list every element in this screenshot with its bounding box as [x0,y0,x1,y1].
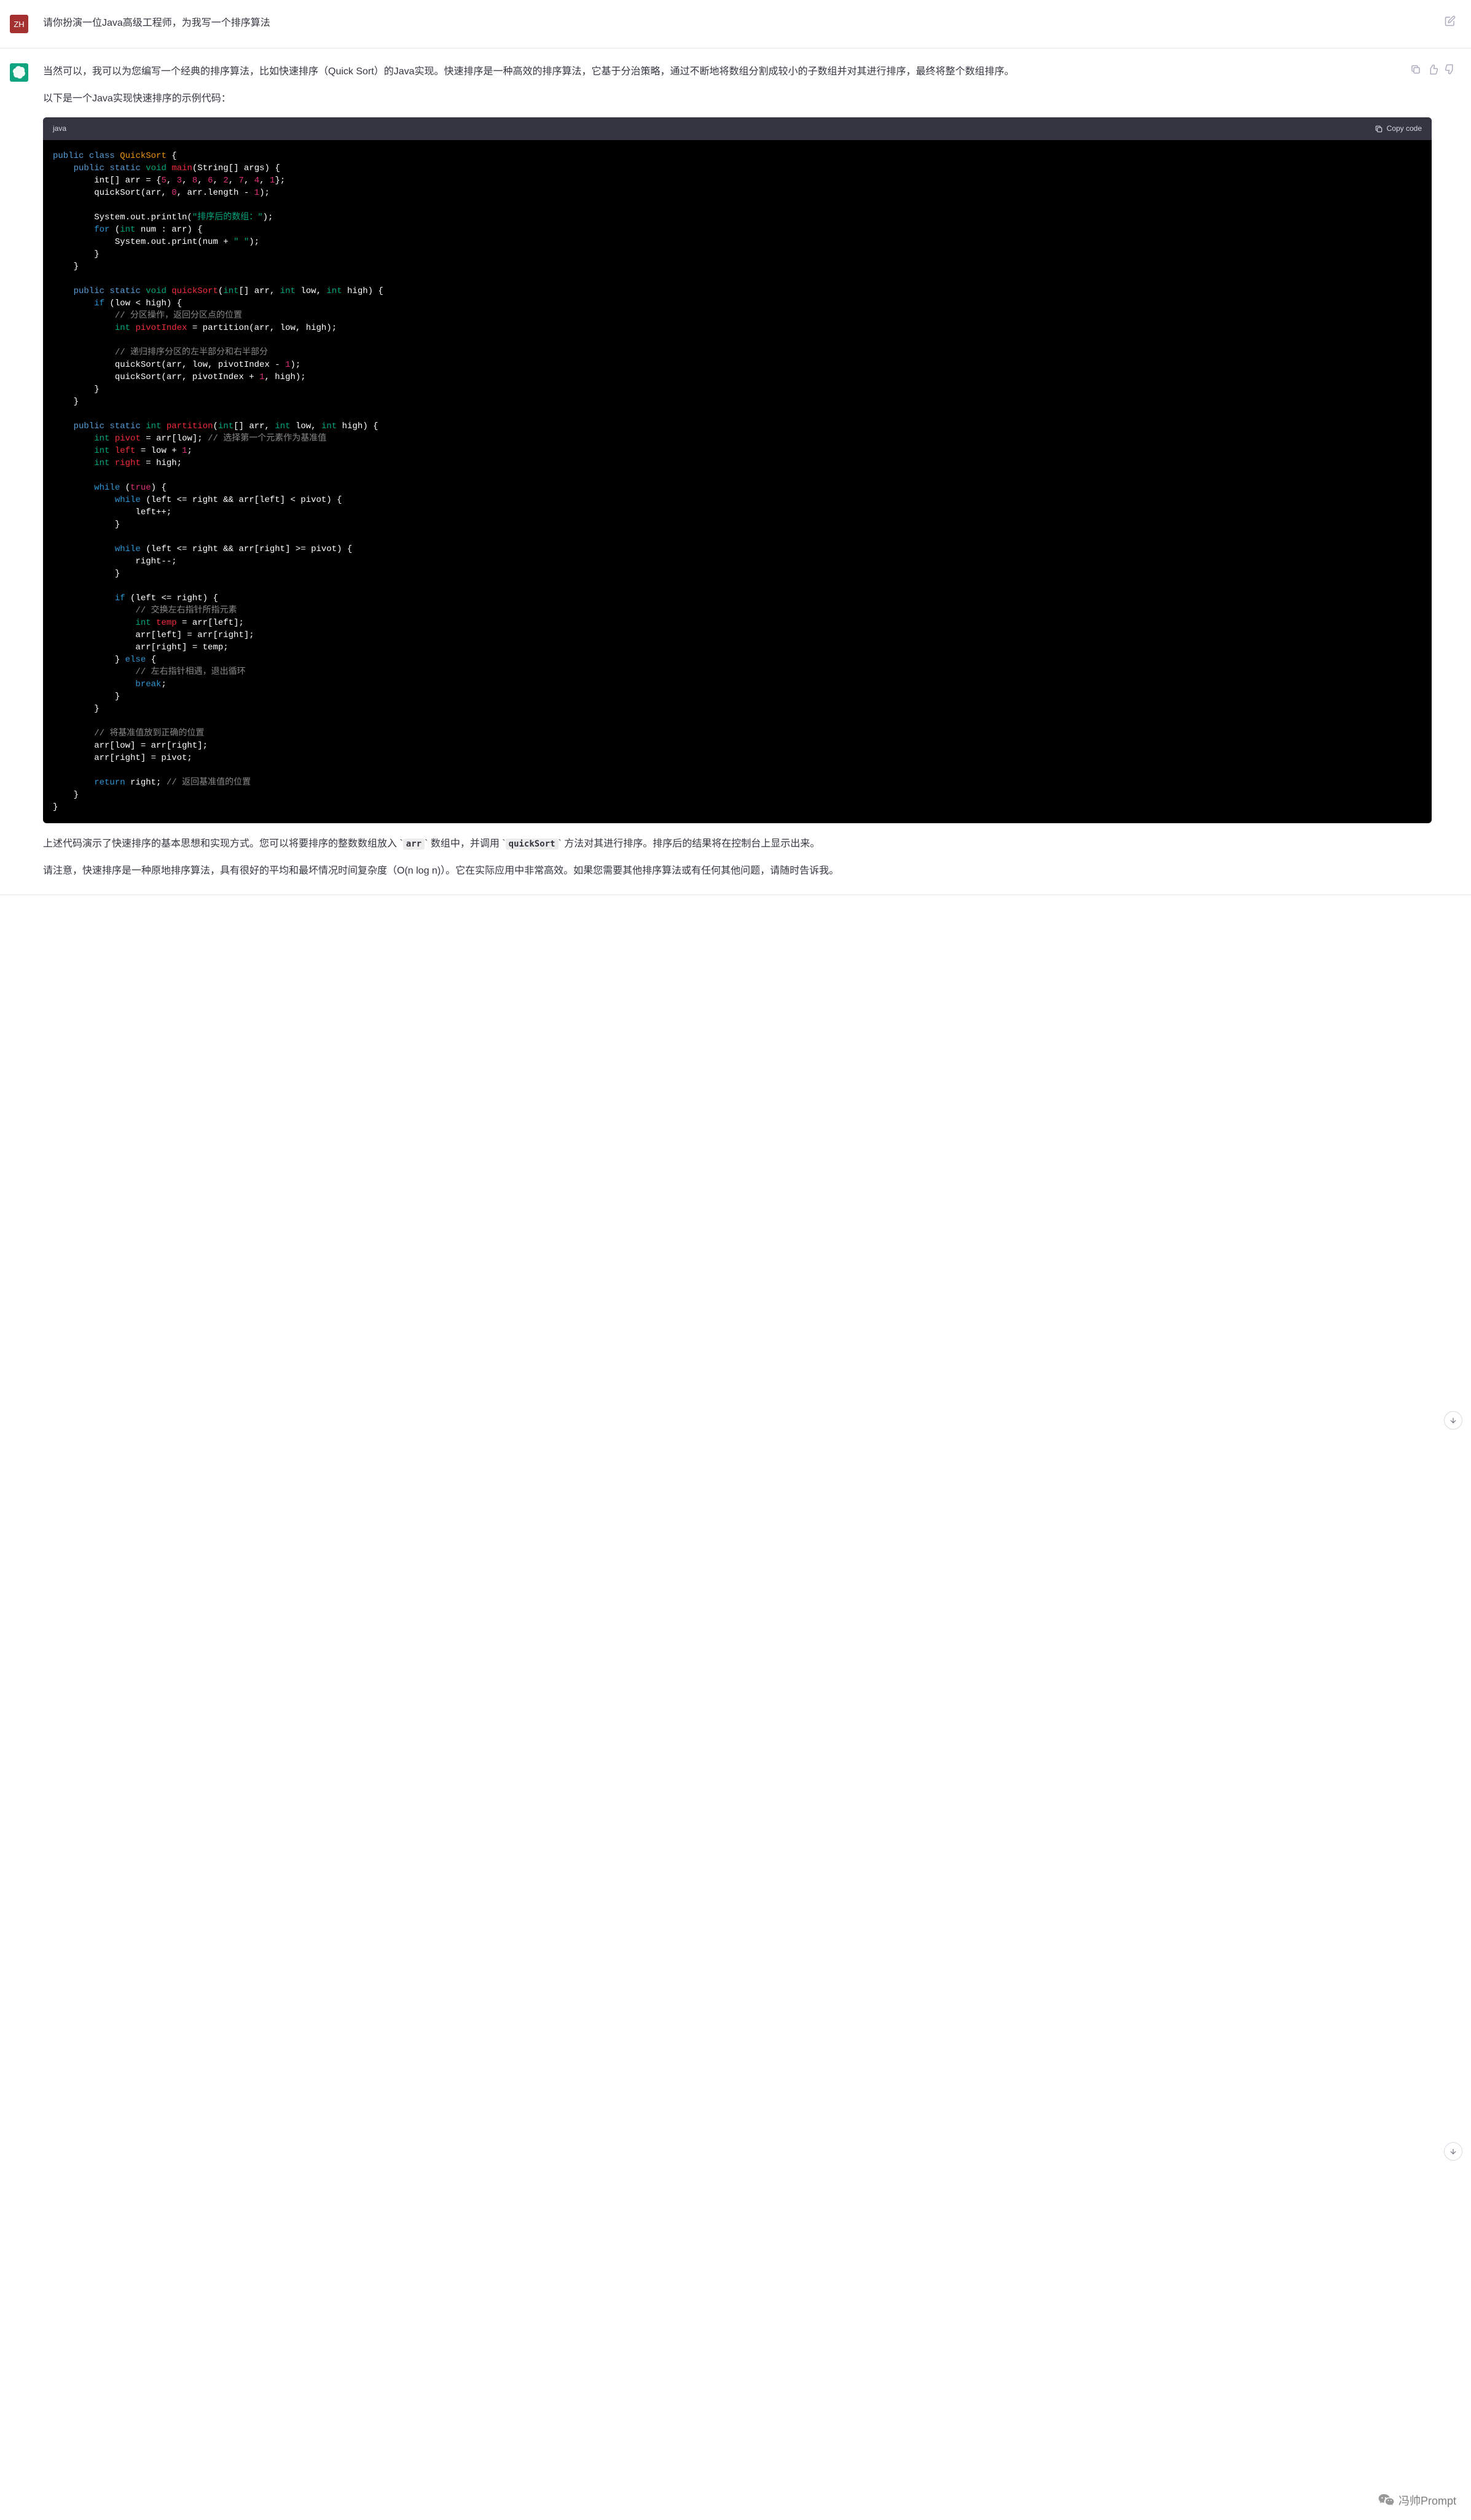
watermark-text: 冯帅Prompt [1398,2492,1456,2508]
assistant-message-row: 当然可以，我可以为您编写一个经典的排序算法，比如快速排序（Quick Sort）… [0,49,1471,895]
assistant-paragraph-2: 以下是一个Java实现快速排序的示例代码： [43,90,1432,108]
inline-code-arr: arr [403,839,425,850]
watermark: 冯帅Prompt [1378,2492,1456,2509]
assistant-paragraph-4: 请注意，快速排序是一种原地排序算法，具有很好的平均和最坏情况时间复杂度（O(n … [43,863,1432,880]
thumbs-up-icon[interactable] [1427,63,1439,76]
code-header: java Copy code [43,117,1432,140]
copy-code-button[interactable]: Copy code [1375,122,1422,135]
assistant-content: 当然可以，我可以为您编写一个经典的排序算法，比如快速排序（Quick Sort）… [43,63,1461,880]
code-content: public class QuickSort { public static v… [53,150,1422,813]
assistant-paragraph-1: 当然可以，我可以为您编写一个经典的排序算法，比如快速排序（Quick Sort）… [43,63,1432,80]
user-avatar-text: ZH [14,20,24,29]
scroll-down-button-2[interactable] [1444,2142,1462,2161]
user-avatar: ZH [10,15,28,33]
wechat-icon [1378,2492,1395,2509]
code-language-label: java [53,122,66,135]
scroll-down-button-1[interactable] [1444,1411,1462,1430]
user-message-row: ZH 请你扮演一位Java高级工程师，为我写一个排序算法 [0,0,1471,49]
code-block: java Copy code public class QuickSort { … [43,117,1432,823]
bottom-spacer [0,895,1471,1055]
inline-code-quicksort: quickSort [506,839,559,850]
user-message-text: 请你扮演一位Java高级工程师，为我写一个排序算法 [43,15,1432,32]
assistant-paragraph-3: 上述代码演示了快速排序的基本思想和实现方式。您可以将要排序的整数数组放入 `ar… [43,835,1432,853]
code-pre[interactable]: public class QuickSort { public static v… [43,140,1432,823]
copy-icon[interactable] [1410,63,1422,76]
edit-message-button-wrap [1444,15,1456,27]
assistant-avatar [10,63,28,82]
assistant-action-bar [1410,63,1456,76]
edit-icon[interactable] [1444,15,1456,27]
copy-code-label: Copy code [1387,122,1422,135]
thumbs-down-icon[interactable] [1444,63,1456,76]
user-message-content: 请你扮演一位Java高级工程师，为我写一个排序算法 [43,15,1461,33]
